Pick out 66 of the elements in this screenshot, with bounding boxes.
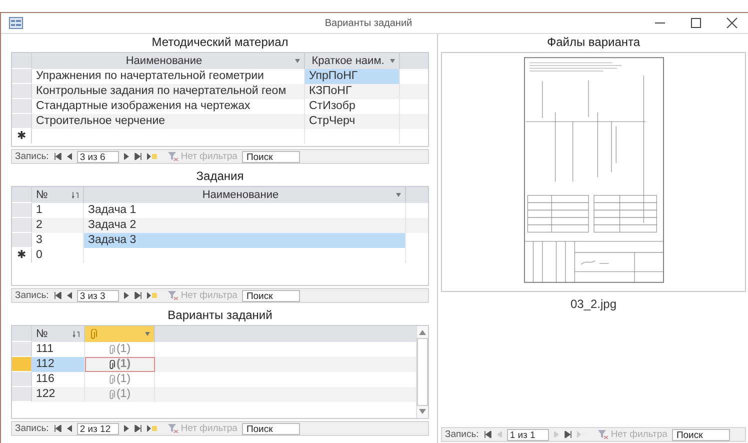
table-cell: 122 — [32, 387, 85, 402]
record-number-field[interactable]: 2 из 12 — [76, 422, 119, 434]
dropdown-arrow-icon[interactable] — [396, 193, 401, 197]
first-record-icon[interactable] — [54, 292, 62, 299]
last-record-icon[interactable] — [134, 292, 142, 299]
dropdown-arrow-icon[interactable] — [390, 59, 395, 63]
sort-icon — [73, 330, 80, 338]
table-cell: Строительное черчение — [32, 114, 305, 129]
table-cell: (1) — [85, 342, 155, 357]
column-header[interactable]: № — [32, 187, 84, 203]
dropdown-arrow-icon[interactable] — [145, 332, 150, 336]
table-cell: Контрольные задания по начертательной геом — [32, 84, 305, 99]
dropdown-arrow-icon[interactable] — [295, 59, 300, 63]
first-record-icon[interactable] — [54, 425, 62, 432]
table-cell: (1) — [85, 387, 155, 402]
previous-record-icon[interactable] — [66, 292, 72, 299]
first-record-icon[interactable] — [54, 153, 62, 160]
new-record-icon[interactable] — [146, 153, 157, 160]
table-cell: 0 — [36, 248, 42, 263]
new-record-icon[interactable] — [146, 292, 157, 299]
previous-record-icon[interactable] — [66, 153, 72, 160]
scroll-down-arrow-icon[interactable] — [419, 409, 426, 414]
section-title: Методический материал — [150, 34, 290, 51]
section-title: Файлы варианта — [546, 34, 642, 51]
column-header[interactable] — [85, 326, 155, 342]
section-title: Варианты заданий — [166, 307, 274, 324]
paperclip-icon — [89, 328, 97, 340]
first-record-icon[interactable] — [484, 431, 492, 438]
table-cell: 112 — [32, 357, 85, 372]
table-cell: СтрЧерч — [305, 114, 400, 129]
close-icon[interactable] — [726, 17, 738, 29]
filter-icon — [168, 424, 178, 433]
filter-icon — [168, 152, 178, 161]
record-label: Запись: — [15, 151, 49, 162]
sort-icon — [72, 192, 79, 198]
section-title: Задания — [195, 168, 245, 185]
search-field[interactable]: Поиск — [242, 150, 300, 162]
image-caption: 03_2.jpg — [569, 296, 618, 311]
scroll-up-arrow-icon[interactable] — [419, 330, 426, 335]
filter-icon — [598, 430, 608, 439]
new-record-icon[interactable] — [146, 425, 157, 432]
vertical-scrollbar[interactable] — [416, 326, 428, 418]
last-record-icon[interactable] — [134, 153, 142, 160]
column-header[interactable]: Наименование — [84, 187, 406, 203]
window-title: Варианты заданий — [324, 18, 414, 28]
table-cell: (1) — [85, 357, 155, 372]
record-number-field[interactable]: 3 из 6 — [76, 150, 119, 162]
next-record-icon[interactable] — [124, 153, 129, 160]
maximize-icon[interactable] — [690, 17, 702, 29]
record-label: Запись: — [15, 290, 49, 301]
filter-icon — [168, 291, 178, 300]
search-field[interactable]: Поиск — [242, 422, 300, 434]
record-label: Запись: — [15, 423, 49, 434]
table-cell: Задача 3 — [84, 233, 406, 248]
search-field[interactable]: Поиск — [242, 290, 300, 302]
record-label: Запись: — [445, 429, 479, 440]
form-icon — [9, 17, 23, 29]
table-cell: КЗПоНГ — [305, 84, 400, 99]
record-number-field[interactable]: 3 из 3 — [76, 290, 119, 302]
table-cell: УпрПоНГ — [305, 69, 400, 84]
next-record-icon[interactable] — [124, 292, 129, 299]
last-record-icon[interactable] — [564, 431, 572, 438]
previous-record-icon[interactable] — [66, 425, 72, 432]
next-record-icon[interactable] — [124, 425, 129, 432]
column-header[interactable]: Наименование — [32, 53, 305, 69]
last-record-icon[interactable] — [134, 425, 142, 432]
